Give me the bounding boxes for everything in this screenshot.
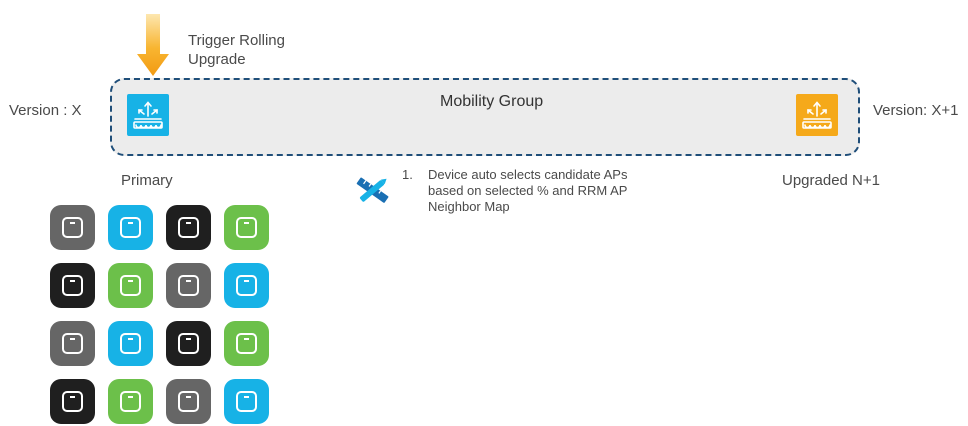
access-point-icon: [50, 263, 95, 308]
access-point-icon: [108, 205, 153, 250]
access-point-led: [236, 333, 257, 354]
access-point-icon: [108, 263, 153, 308]
access-point-led: [62, 275, 83, 296]
access-point-led: [178, 275, 199, 296]
access-point-led: [120, 391, 141, 412]
access-point-icon: [224, 263, 269, 308]
access-point-icon: [50, 379, 95, 424]
access-point-grid: [0, 0, 968, 426]
access-point-led: [120, 217, 141, 238]
access-point-icon: [166, 263, 211, 308]
access-point-icon: [166, 379, 211, 424]
access-point-led: [62, 391, 83, 412]
access-point-led: [120, 275, 141, 296]
access-point-led: [62, 333, 83, 354]
access-point-icon: [166, 321, 211, 366]
access-point-led: [236, 217, 257, 238]
access-point-icon: [224, 321, 269, 366]
access-point-icon: [224, 379, 269, 424]
access-point-led: [178, 333, 199, 354]
access-point-icon: [108, 321, 153, 366]
access-point-icon: [108, 379, 153, 424]
access-point-led: [178, 217, 199, 238]
access-point-led: [120, 333, 141, 354]
access-point-led: [62, 217, 83, 238]
access-point-led: [236, 391, 257, 412]
access-point-icon: [50, 205, 95, 250]
access-point-icon: [50, 321, 95, 366]
access-point-icon: [166, 205, 211, 250]
access-point-led: [236, 275, 257, 296]
access-point-led: [178, 391, 199, 412]
access-point-icon: [224, 205, 269, 250]
